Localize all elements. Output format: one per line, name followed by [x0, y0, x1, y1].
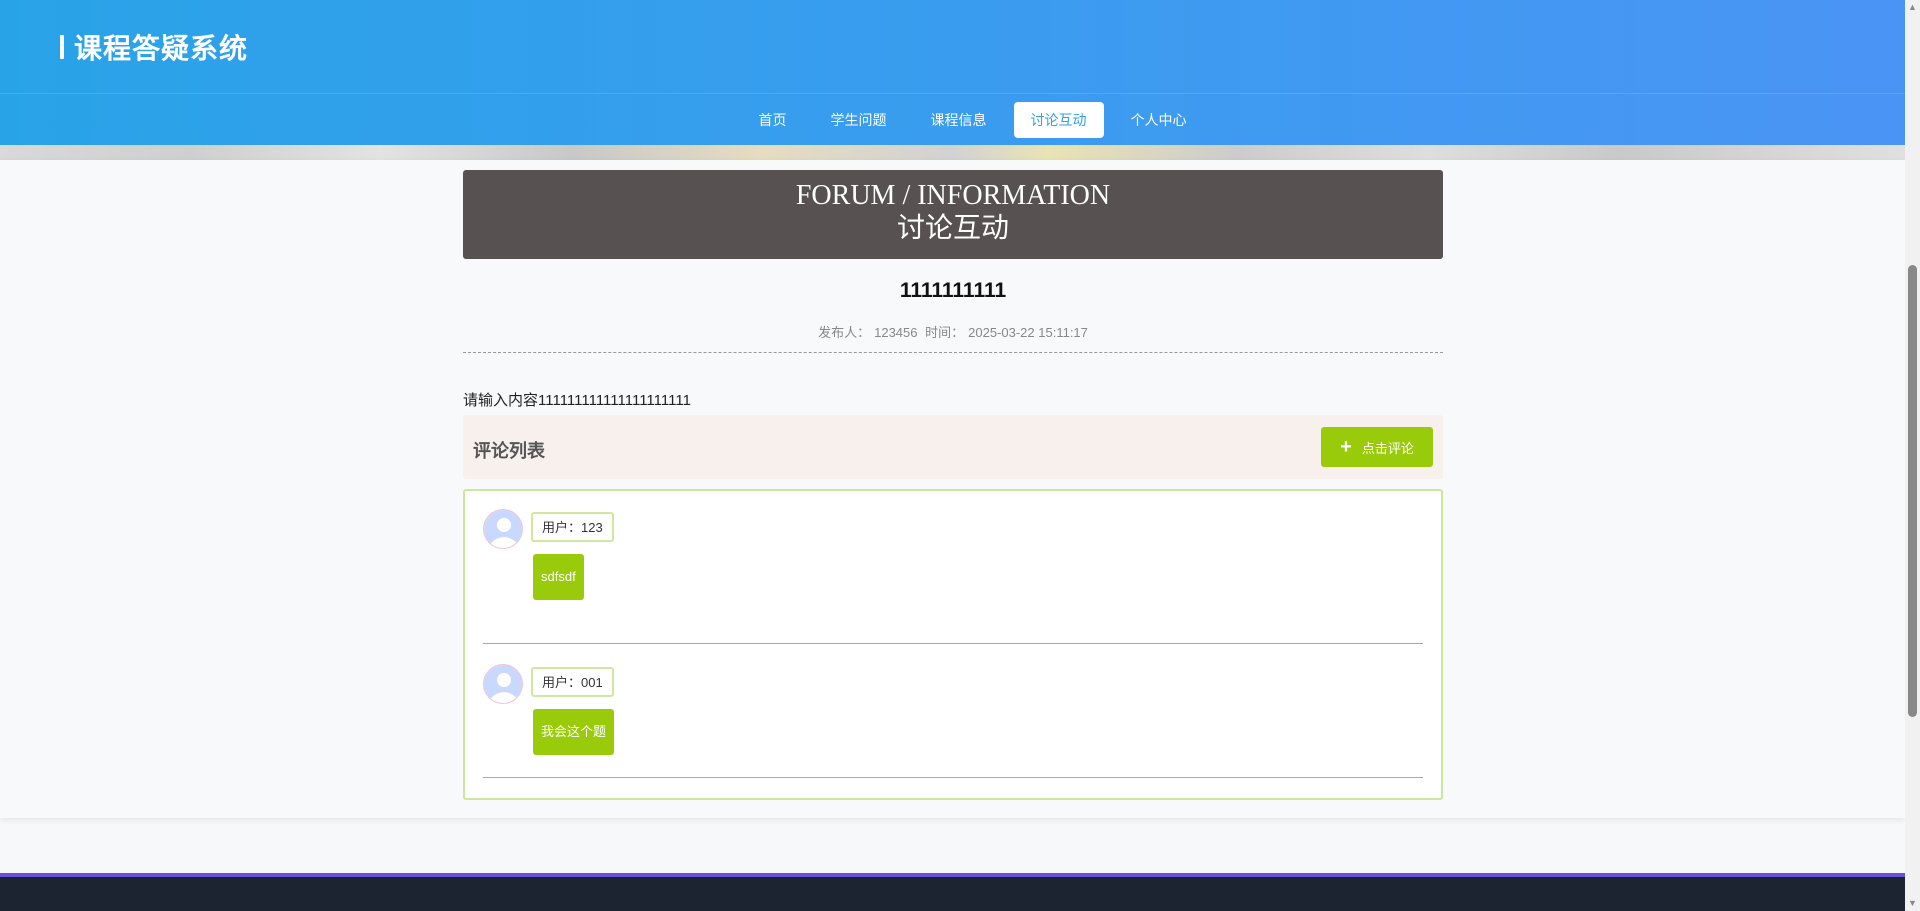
- avatar-icon: [483, 664, 523, 704]
- author-value: 123456: [874, 325, 918, 340]
- comments-list: 用户：123 sdfsdf 用户：001 我会这个题: [463, 489, 1443, 800]
- avatar-icon: [483, 509, 523, 549]
- comment-item: 用户：001 我会这个题: [483, 644, 1423, 778]
- nav-item-personal-center[interactable]: 个人中心: [1114, 102, 1204, 138]
- nav-item-home[interactable]: 首页: [742, 102, 804, 138]
- post-body: 请输入内容111111111111111111111: [463, 392, 691, 409]
- brand: 课程答疑系统: [60, 32, 248, 64]
- add-comment-button[interactable]: + 点击评论: [1321, 427, 1433, 467]
- page-scrollbar[interactable]: ▲ ▼: [1905, 0, 1920, 911]
- time-label: 时间：: [925, 325, 965, 340]
- brand-title: 课程答疑系统: [74, 33, 249, 64]
- add-comment-label: 点击评论: [1361, 440, 1414, 456]
- section-title-cn: 讨论互动: [896, 213, 1009, 244]
- nav-item-course-info[interactable]: 课程信息: [914, 102, 1004, 138]
- nav-item-forum[interactable]: 讨论互动: [1013, 102, 1104, 138]
- main-nav: 首页 学生问题 课程信息 讨论互动 个人中心: [0, 102, 1905, 138]
- post-meta: 发布人： 123456 时间： 2025-03-22 15:11:17: [463, 322, 1443, 340]
- author-label: 发布人：: [818, 325, 871, 340]
- comment-text: 我会这个题: [533, 709, 615, 755]
- comment-user: 用户：001: [531, 667, 614, 697]
- time-value: 2025-03-22 15:11:17: [968, 325, 1088, 340]
- post-title: 1111111111: [899, 279, 1007, 302]
- comments-header: 评论列表 + 点击评论: [463, 415, 1443, 479]
- brand-bar-icon: [60, 35, 64, 59]
- scroll-thumb[interactable]: [1908, 265, 1917, 717]
- site-header: 课程答疑系统 首页 学生问题 课程信息 讨论互动 个人中心: [0, 0, 1905, 145]
- page: 课程答疑系统 首页 学生问题 课程信息 讨论互动 个人中心 FORUM / IN…: [0, 0, 1905, 911]
- nav-item-student-questions[interactable]: 学生问题: [814, 102, 904, 138]
- forum-content: FORUM / INFORMATION 讨论互动 1111111111 发布人：…: [463, 170, 1443, 800]
- comment-user: 用户：123: [531, 512, 614, 542]
- plus-icon: +: [1340, 436, 1352, 458]
- scroll-up-icon[interactable]: ▲: [1905, 0, 1920, 15]
- site-footer: [0, 877, 1905, 911]
- banner-image-strip: [0, 145, 1905, 160]
- comment-text: sdfsdf: [533, 554, 584, 600]
- comment-item: 用户：123 sdfsdf: [483, 509, 1423, 644]
- forum-detail-card: FORUM / INFORMATION 讨论互动 1111111111 发布人：…: [0, 160, 1905, 818]
- post-divider: [463, 352, 1443, 353]
- comments-title: 评论列表: [473, 441, 545, 461]
- section-banner: FORUM / INFORMATION 讨论互动: [463, 170, 1443, 259]
- header-topbar: 课程答疑系统: [0, 0, 1905, 94]
- scroll-down-icon[interactable]: ▼: [1905, 896, 1920, 911]
- section-title-en: FORUM / INFORMATION: [795, 180, 1111, 211]
